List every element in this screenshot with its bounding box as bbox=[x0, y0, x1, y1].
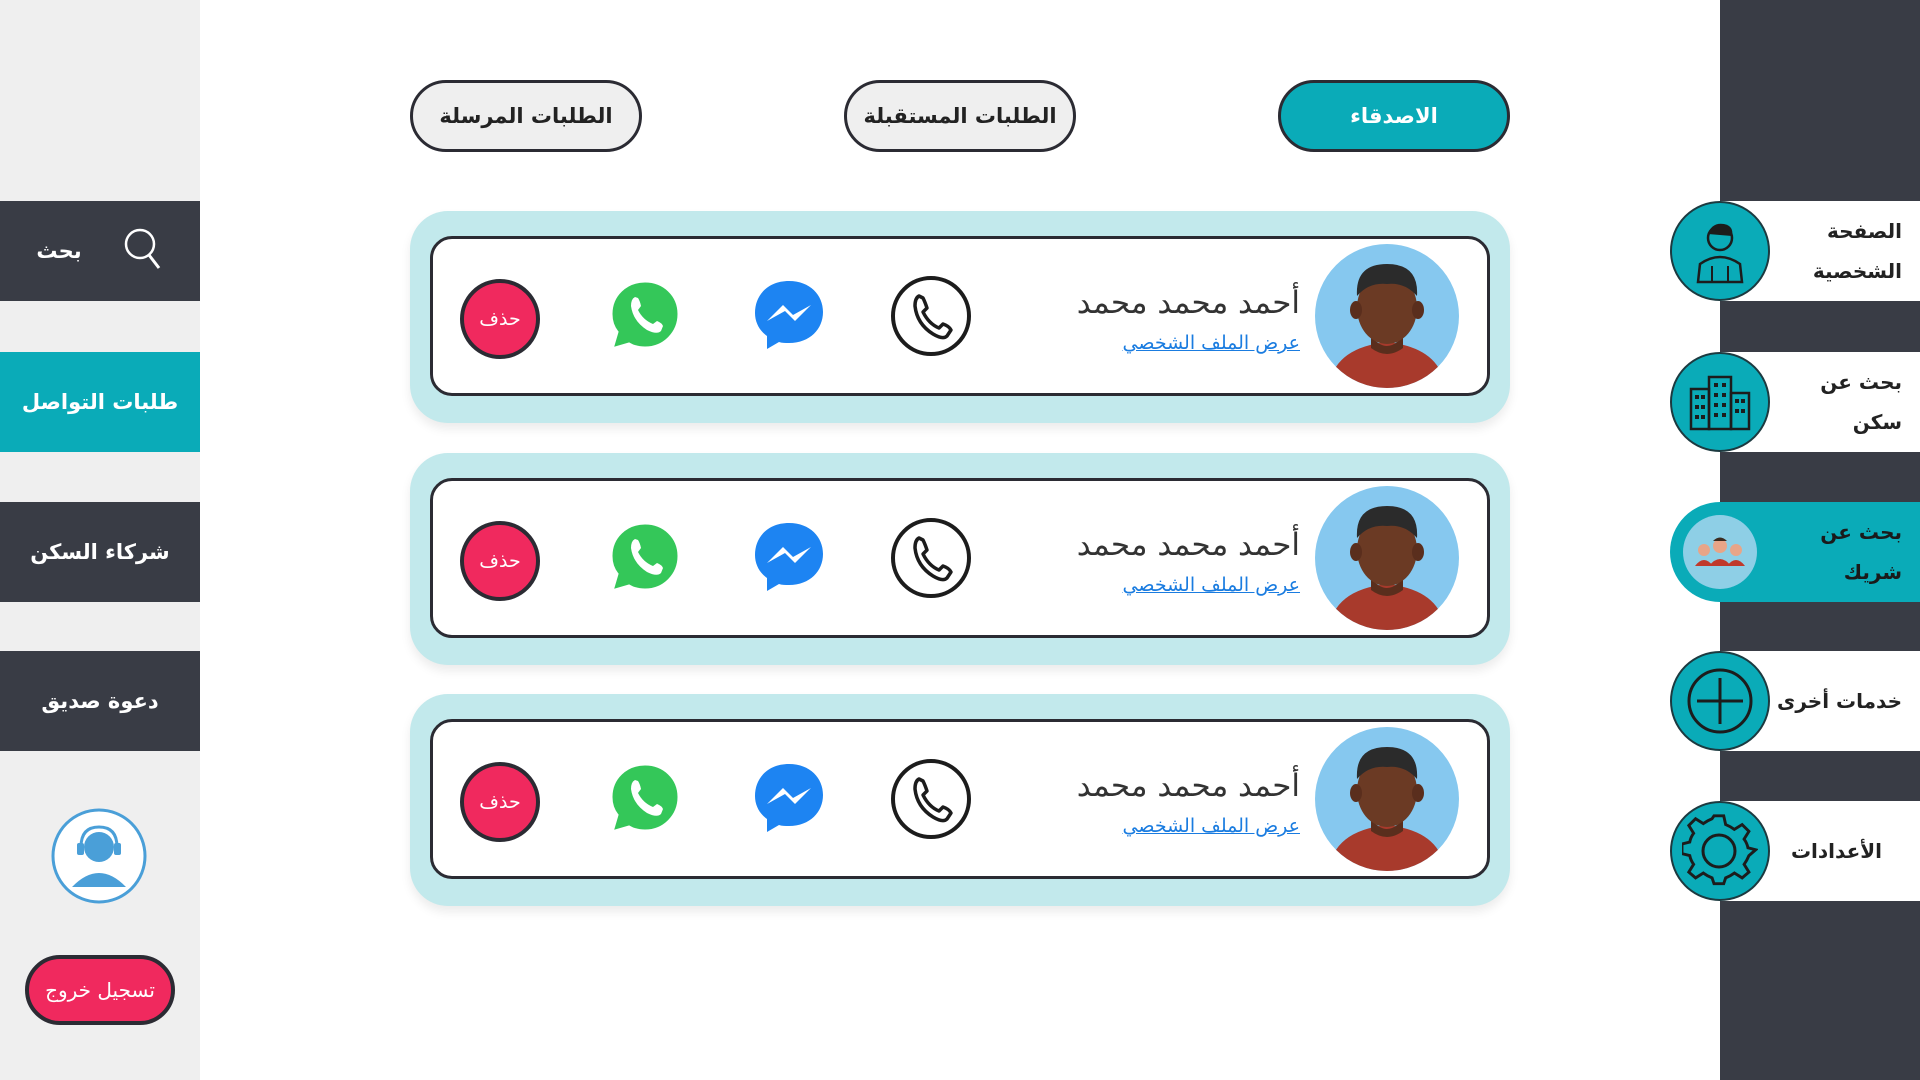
avatar[interactable] bbox=[1315, 244, 1459, 388]
gear-icon[interactable] bbox=[1670, 801, 1770, 901]
contact-card-inner: أحمد محمد محمد عرض الملف الشخصي حذف bbox=[430, 719, 1490, 879]
plus-icon[interactable] bbox=[1670, 651, 1770, 751]
nav-find-housing-label: بحث عن سكن bbox=[1820, 370, 1902, 434]
tab-sent-requests[interactable]: الطلبات المرسلة bbox=[410, 80, 642, 152]
messenger-icon[interactable] bbox=[751, 760, 827, 840]
tab-incoming-requests[interactable]: الطلبات المستقبلة bbox=[844, 80, 1076, 152]
view-profile-link[interactable]: عرض الملف الشخصي bbox=[1023, 815, 1300, 837]
contact-card: أحمد محمد محمد عرض الملف الشخصي حذف bbox=[410, 694, 1510, 906]
search-button[interactable]: بحث bbox=[0, 201, 200, 301]
delete-button[interactable]: حذف bbox=[460, 279, 540, 359]
view-profile-link[interactable]: عرض الملف الشخصي bbox=[1023, 574, 1300, 596]
nav-contact-requests[interactable]: طلبات التواصل bbox=[0, 352, 200, 452]
whatsapp-icon[interactable] bbox=[605, 758, 685, 842]
phone-icon[interactable] bbox=[889, 274, 973, 362]
search-label: بحث bbox=[36, 239, 82, 263]
nav-invite-friend-label: دعوة صديق bbox=[41, 689, 159, 713]
nav-contact-requests-label: طلبات التواصل bbox=[21, 390, 179, 414]
tab-friends[interactable]: الاصدقاء bbox=[1278, 80, 1510, 152]
nav-profile-label: الصفحة الشخصية bbox=[1812, 219, 1902, 283]
nav-find-partner-label: بحث عن شريك bbox=[1820, 520, 1902, 584]
view-profile-link[interactable]: عرض الملف الشخصي bbox=[1023, 332, 1300, 354]
nav-invite-friend[interactable]: دعوة صديق bbox=[0, 651, 200, 751]
delete-button[interactable]: حذف bbox=[460, 521, 540, 601]
search-icon bbox=[122, 226, 164, 277]
contact-card-inner: أحمد محمد محمد عرض الملف الشخصي حذف bbox=[430, 478, 1490, 638]
messenger-icon[interactable] bbox=[751, 277, 827, 357]
logout-button[interactable]: تسجيل خروج bbox=[25, 955, 175, 1025]
whatsapp-icon[interactable] bbox=[605, 275, 685, 359]
contact-name: أحمد محمد محمد bbox=[1076, 768, 1300, 804]
delete-button[interactable]: حذف bbox=[460, 762, 540, 842]
user-icon[interactable] bbox=[1670, 201, 1770, 301]
contact-name: أحمد محمد محمد bbox=[1076, 285, 1300, 321]
messenger-icon[interactable] bbox=[751, 519, 827, 599]
contact-card-inner: أحمد محمد محمد عرض الملف الشخصي حذف bbox=[430, 236, 1490, 396]
avatar[interactable] bbox=[1315, 486, 1459, 630]
contact-name: أحمد محمد محمد bbox=[1076, 527, 1300, 563]
avatar[interactable] bbox=[1315, 727, 1459, 871]
nav-housing-partners[interactable]: شركاء السكن bbox=[0, 502, 200, 602]
people-icon[interactable] bbox=[1670, 502, 1770, 602]
contact-card: أحمد محمد محمد عرض الملف الشخصي حذف bbox=[410, 211, 1510, 423]
whatsapp-icon[interactable] bbox=[605, 517, 685, 601]
contact-card: أحمد محمد محمد عرض الملف الشخصي حذف bbox=[410, 453, 1510, 665]
phone-icon[interactable] bbox=[889, 516, 973, 604]
building-icon[interactable] bbox=[1670, 352, 1770, 452]
phone-icon[interactable] bbox=[889, 757, 973, 845]
support-agent-icon[interactable] bbox=[50, 807, 148, 905]
nav-settings-label: الأعدادات bbox=[1790, 839, 1882, 863]
nav-other-services-label: خدمات أخرى bbox=[1777, 689, 1902, 713]
nav-housing-partners-label: شركاء السكن bbox=[30, 540, 170, 564]
